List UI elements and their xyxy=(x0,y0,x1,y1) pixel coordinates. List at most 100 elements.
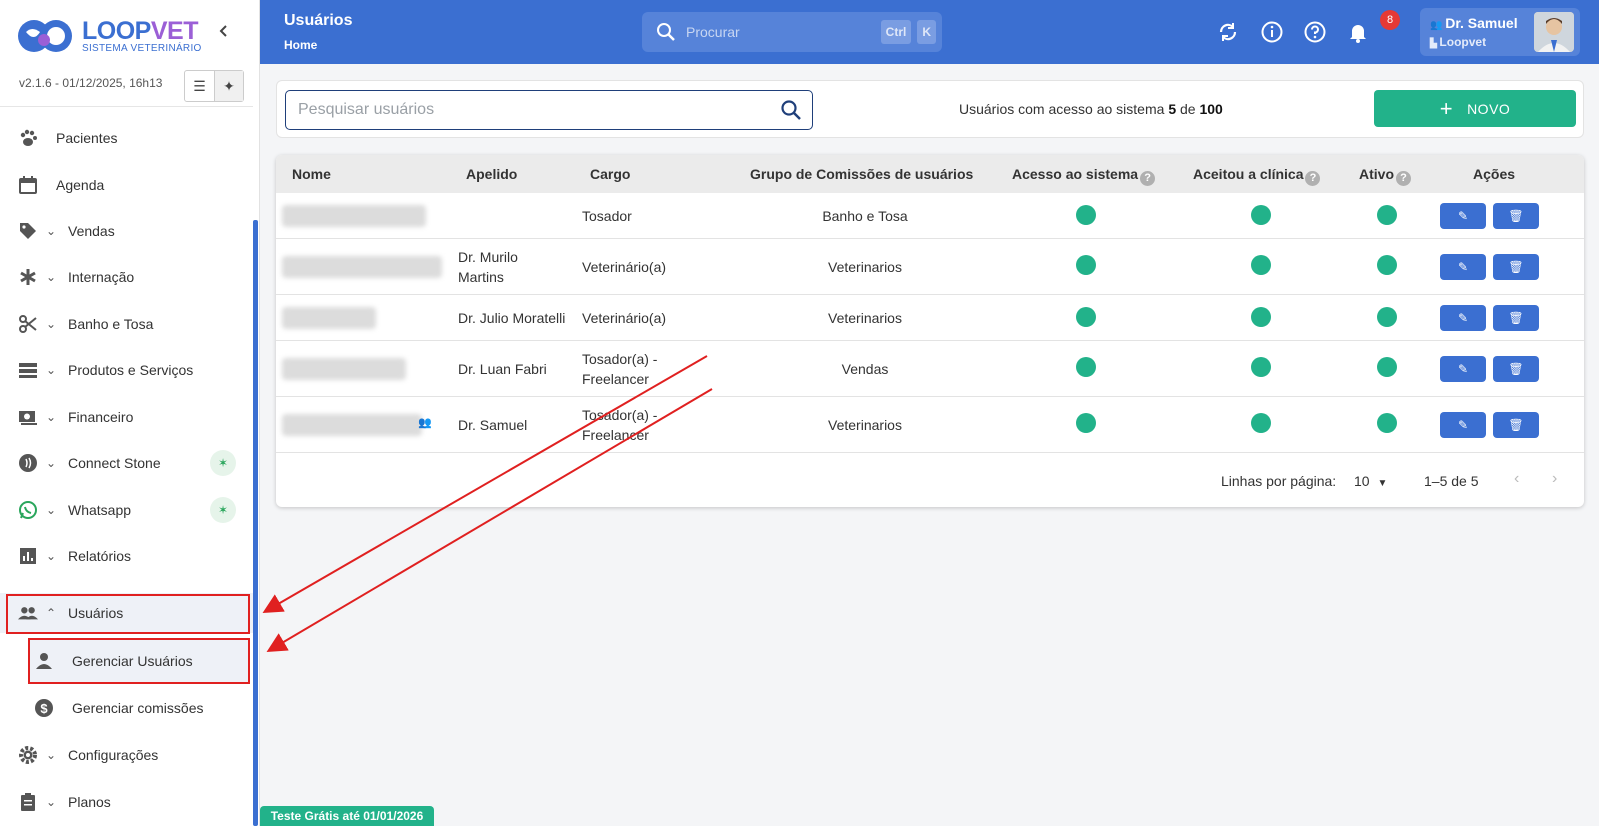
asterisk-icon xyxy=(18,267,38,287)
user-name-text: Dr. Samuel xyxy=(1445,15,1518,31)
chevron-down-icon: ⌄ xyxy=(46,270,57,284)
cell-apelido: Dr. Murilo Martins xyxy=(458,249,518,285)
header-aceitou-label: Aceitou a clínica xyxy=(1193,166,1304,182)
sidebar-item-label: Pacientes xyxy=(56,130,118,146)
sidebar-item-pacientes[interactable]: Pacientes xyxy=(0,118,253,158)
sidebar-item-relatorios[interactable]: ⌄ Relatórios xyxy=(0,536,253,576)
sidebar-item-whatsapp[interactable]: ⌄ Whatsapp ✶ xyxy=(0,490,253,530)
sidebar-item-connect-stone[interactable]: ⌄ Connect Stone ✶ xyxy=(0,443,253,483)
sidebar-item-label: Connect Stone xyxy=(68,455,161,471)
help-icon[interactable]: ? xyxy=(1396,171,1411,186)
sidebar-item-vendas[interactable]: ⌄ Vendas xyxy=(0,211,253,251)
sidebar: LOOPVET SISTEMA VETERINÁRIO v2.1.6 - 01/… xyxy=(0,0,260,826)
user-menu[interactable]: 👥 Dr. Samuel ▙ Loopvet xyxy=(1420,8,1580,56)
delete-button[interactable]: 🗑 xyxy=(1493,356,1539,382)
user-name: 👥 Dr. Samuel xyxy=(1430,15,1518,31)
sidebar-item-internacao[interactable]: ⌄ Internação xyxy=(0,257,253,297)
rows-per-page-select[interactable]: 10 ▼ xyxy=(1354,473,1387,489)
cell-grupo: Veterinarios xyxy=(828,259,902,275)
delete-button[interactable]: 🗑 xyxy=(1493,305,1539,331)
help-icon[interactable] xyxy=(1303,20,1327,44)
header-nome[interactable]: Nome xyxy=(292,166,331,182)
header-ativo[interactable]: Ativo? xyxy=(1359,166,1411,186)
redacted-name xyxy=(282,256,442,278)
header-apelido[interactable]: Apelido xyxy=(466,166,517,182)
breadcrumb[interactable]: Home xyxy=(284,38,317,52)
edit-button[interactable]: ✎ xyxy=(1440,254,1486,280)
header-acesso[interactable]: Acesso ao sistema? xyxy=(1012,166,1156,186)
redacted-name xyxy=(282,414,422,436)
sidebar-item-planos[interactable]: ⌄ Planos xyxy=(0,782,253,822)
edit-button[interactable]: ✎ xyxy=(1440,356,1486,382)
sidebar-item-agenda[interactable]: Agenda xyxy=(0,165,253,205)
sidebar-item-label: Gerenciar comissões xyxy=(72,700,204,716)
sidebar-item-label: Whatsapp xyxy=(68,502,132,518)
prev-page-icon[interactable]: ‹ xyxy=(1514,470,1519,488)
sidebar-item-financeiro[interactable]: ⌄ Financeiro xyxy=(0,397,253,437)
party-popper-icon: ✶ xyxy=(210,450,236,476)
chevron-down-icon: ⌄ xyxy=(46,503,57,517)
header-aceitou[interactable]: Aceitou a clínica? xyxy=(1193,166,1321,186)
sidebar-item-configuracoes[interactable]: ⌄ Configurações xyxy=(0,735,253,775)
sidebar-scrollbar[interactable] xyxy=(253,220,258,826)
status-dot-acesso xyxy=(1076,255,1096,275)
access-total: 100 xyxy=(1199,101,1223,117)
svg-text:$: $ xyxy=(40,701,48,716)
table-row: Dr. Murilo Martins Veterinário(a) Veteri… xyxy=(276,239,1584,295)
caret-down-icon: ▼ xyxy=(1377,478,1388,489)
redacted-name xyxy=(282,205,426,227)
delete-button[interactable]: 🗑 xyxy=(1493,203,1539,229)
chevron-down-icon: ⌄ xyxy=(46,363,57,377)
access-used: 5 xyxy=(1168,101,1177,117)
loopvet-logo[interactable]: LOOPVET SISTEMA VETERINÁRIO xyxy=(16,16,202,56)
cell-cargo: Tosador(a) - Freelancer xyxy=(582,407,658,443)
cell-grupo: Veterinarios xyxy=(828,417,902,433)
menu-view-toggle[interactable]: ☰ ✦ xyxy=(184,70,244,102)
cell-grupo: Banho e Tosa xyxy=(822,208,908,224)
header-grupo[interactable]: Grupo de Comissões de usuários xyxy=(750,166,973,182)
sidebar-item-banho-tosa[interactable]: ⌄ Banho e Tosa xyxy=(0,304,253,344)
help-icon[interactable]: ? xyxy=(1305,171,1321,186)
top-bar: Usuários Home Procurar Ctrl K 8 👥 Dr. Sa… xyxy=(260,0,1599,64)
ai-sparkle-icon[interactable]: ✦ xyxy=(214,71,243,101)
rows-per-page-label: Linhas por página: xyxy=(1221,473,1337,489)
highlight-box-gerenciar-usuarios xyxy=(28,638,250,684)
status-dot-acesso xyxy=(1076,205,1096,225)
money-icon xyxy=(18,407,38,427)
status-dot-aceitou xyxy=(1251,307,1271,327)
users-table: Nome Apelido Cargo Grupo de Comissões de… xyxy=(276,155,1584,507)
info-icon[interactable] xyxy=(1260,20,1284,44)
user-clinic: ▙ Loopvet xyxy=(1430,35,1487,49)
edit-button[interactable]: ✎ xyxy=(1440,412,1486,438)
rows-per-page-value: 10 xyxy=(1354,473,1370,489)
cell-apelido: Dr. Julio Moratelli xyxy=(458,310,566,326)
list-icon xyxy=(18,360,38,380)
cell-cargo: Tosador(a) - Freelancer xyxy=(582,351,658,387)
list-view-icon[interactable]: ☰ xyxy=(185,71,214,101)
chevron-down-icon: ⌄ xyxy=(46,748,57,762)
global-search-input[interactable]: Procurar Ctrl K xyxy=(642,12,942,52)
chevron-left-icon xyxy=(219,25,227,37)
sidebar-item-produtos-servicos[interactable]: ⌄ Produtos e Serviços xyxy=(0,350,253,390)
user-search-input[interactable]: Pesquisar usuários xyxy=(285,90,813,130)
delete-button[interactable]: 🗑 xyxy=(1493,412,1539,438)
trial-banner[interactable]: Teste Grátis até 01/01/2026 xyxy=(260,806,434,826)
access-of: de xyxy=(1180,101,1196,117)
next-page-icon[interactable]: › xyxy=(1552,470,1557,488)
status-dot-ativo xyxy=(1377,307,1397,327)
sidebar-item-label: Financeiro xyxy=(68,409,134,425)
sync-icon[interactable] xyxy=(1216,20,1240,44)
sidebar-item-label: Vendas xyxy=(68,223,115,239)
edit-button[interactable]: ✎ xyxy=(1440,305,1486,331)
bell-icon[interactable] xyxy=(1346,20,1370,44)
search-icon xyxy=(657,23,675,41)
sidebar-item-gerenciar-comissoes[interactable]: $ Gerenciar comissões xyxy=(0,688,253,728)
search-icon[interactable] xyxy=(780,99,802,121)
logo-subtitle: SISTEMA VETERINÁRIO xyxy=(82,42,202,54)
delete-button[interactable]: 🗑 xyxy=(1493,254,1539,280)
collapse-sidebar-button[interactable] xyxy=(216,22,232,45)
help-icon[interactable]: ? xyxy=(1140,171,1156,186)
header-cargo[interactable]: Cargo xyxy=(590,166,630,182)
new-user-button[interactable]: + NOVO xyxy=(1374,90,1576,127)
edit-button[interactable]: ✎ xyxy=(1440,203,1486,229)
